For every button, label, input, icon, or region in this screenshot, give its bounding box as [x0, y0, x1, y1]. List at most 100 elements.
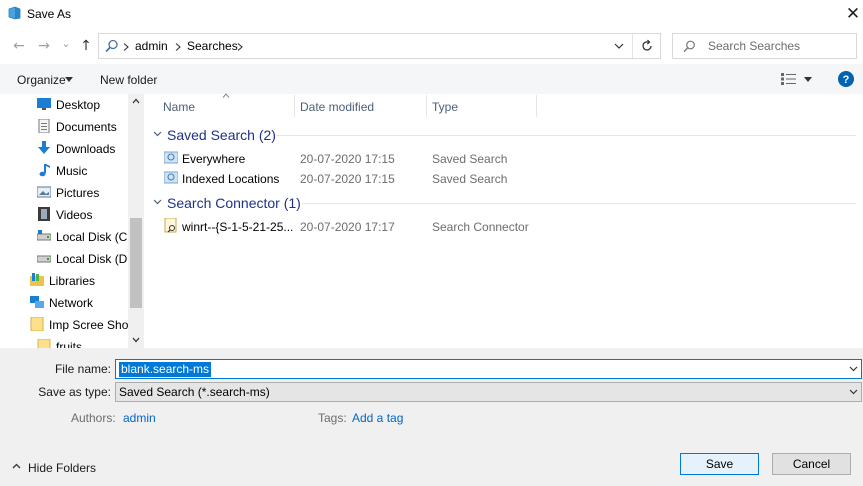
address-divider	[632, 34, 633, 58]
sidebar-item-label: Local Disk (D:)	[56, 252, 135, 266]
sidebar-item-videos[interactable]: Videos	[0, 204, 128, 226]
column-header-name[interactable]: Name	[163, 100, 195, 114]
sidebar-item-label: Local Disk (C:)	[56, 230, 135, 244]
file-date: 20-07-2020 17:17	[300, 220, 395, 234]
drive-icon	[37, 255, 51, 263]
search-placeholder: Search Searches	[708, 39, 801, 53]
chevron-down-icon[interactable]	[153, 131, 162, 137]
recent-locations-button[interactable]: ⌄	[60, 35, 72, 53]
group-divider	[302, 203, 856, 204]
address-dropdown-icon[interactable]	[614, 43, 624, 50]
column-header-type[interactable]: Type	[432, 100, 458, 114]
authors-label: Authors:	[71, 411, 116, 425]
cancel-button[interactable]: Cancel	[772, 453, 851, 475]
sidebar-item-label: Pictures	[56, 186, 100, 200]
view-options-icon[interactable]	[781, 73, 797, 85]
hide-folders-button[interactable]: Hide Folders	[28, 461, 96, 475]
sort-ascending-icon	[222, 93, 230, 98]
folder-icon	[30, 317, 44, 331]
pictures-icon	[37, 186, 51, 198]
save-as-type-select[interactable]: Saved Search (*.search-ms)	[115, 382, 862, 402]
file-name-field[interactable]: blank.search-ms	[115, 359, 862, 379]
sidebar-item-imp-scree-shots[interactable]: Imp Scree Shots	[0, 314, 138, 336]
saved-search-icon	[164, 171, 178, 184]
sidebar-item-libraries[interactable]: Libraries	[0, 270, 128, 292]
organize-button[interactable]: Organize	[17, 73, 66, 87]
file-name-label: File name:	[54, 362, 111, 376]
chevron-right-icon	[123, 43, 129, 51]
drive-icon	[37, 230, 51, 241]
new-folder-button[interactable]: New folder	[100, 73, 157, 87]
view-dropdown-icon[interactable]	[804, 77, 812, 82]
group-divider	[276, 135, 856, 136]
file-date: 20-07-2020 17:15	[300, 152, 395, 166]
group-header-search-connector[interactable]: Search Connector (1)	[167, 195, 301, 211]
column-header-date-modified[interactable]: Date modified	[300, 100, 374, 114]
sidebar-item-local-disk-c[interactable]: Local Disk (C:)	[0, 226, 135, 248]
sidebar-item-label: Documents	[56, 120, 117, 134]
file-name: Indexed Locations	[182, 172, 280, 186]
save-button[interactable]: Save	[680, 453, 759, 475]
sidebar-item-desktop[interactable]: Desktop	[0, 94, 128, 116]
file-type: Saved Search	[432, 172, 508, 186]
list-item[interactable]: Everywhere 20-07-2020 17:15 Saved Search	[162, 149, 542, 169]
navigation-pane[interactable]: Desktop Documents Downloads Music Pictur…	[0, 94, 144, 348]
scroll-down-arrow-icon[interactable]	[132, 337, 140, 343]
tags-label: Tags:	[318, 411, 347, 425]
sidebar-item-local-disk-d[interactable]: Local Disk (D:)	[0, 248, 135, 270]
search-box[interactable]: Search Searches	[672, 33, 857, 59]
sidebar-item-label: Videos	[56, 208, 93, 222]
scroll-up-arrow-icon[interactable]	[132, 98, 140, 104]
search-location-icon	[105, 39, 118, 53]
organize-dropdown-icon[interactable]	[65, 77, 73, 82]
search-connector-icon	[164, 218, 177, 233]
sidebar-item-label: Network	[49, 296, 94, 310]
sidebar-item-downloads[interactable]: Downloads	[0, 138, 128, 160]
file-name-dropdown-icon[interactable]	[849, 366, 858, 372]
sidebar-item-music[interactable]: Music	[0, 160, 128, 182]
svg-text:?: ?	[843, 74, 850, 86]
sidebar-item-label: Desktop	[56, 98, 101, 112]
breadcrumb-admin[interactable]: admin	[135, 39, 168, 53]
forward-button[interactable]: →	[35, 37, 53, 55]
close-button[interactable]: ✕	[840, 2, 863, 26]
file-name-value[interactable]: blank.search-ms	[119, 362, 212, 377]
file-name: winrt--{S-1-5-21-25...	[182, 220, 294, 234]
sidebar-item-label: fruits	[56, 340, 83, 348]
add-tag-link[interactable]: Add a tag	[352, 411, 403, 425]
sidebar-item-pictures[interactable]: Pictures	[0, 182, 128, 204]
list-item[interactable]: winrt--{S-1-5-21-25... 20-07-2020 17:17 …	[162, 217, 542, 237]
network-icon	[30, 296, 44, 308]
breadcrumb-searches[interactable]: Searches	[187, 39, 238, 53]
list-item[interactable]: Indexed Locations 20-07-2020 17:15 Saved…	[162, 169, 542, 189]
file-type: Saved Search	[432, 152, 508, 166]
search-icon	[683, 40, 695, 53]
save-as-type-dropdown-icon[interactable]	[849, 389, 858, 395]
chevron-right-icon[interactable]	[237, 43, 243, 51]
column-divider[interactable]	[426, 95, 427, 117]
sidebar-item-network[interactable]: Network	[0, 292, 128, 314]
folder-icon	[37, 339, 51, 348]
desktop-icon	[37, 98, 51, 110]
chevron-right-icon[interactable]	[175, 43, 181, 51]
sidebar-item-documents[interactable]: Documents	[0, 116, 128, 138]
sidebar-item-label: Imp Scree Shots	[49, 318, 138, 332]
authors-value[interactable]: admin	[123, 411, 156, 425]
sidebar-item-fruits[interactable]: fruits	[0, 336, 128, 348]
column-divider[interactable]	[294, 95, 295, 117]
help-icon[interactable]: ?	[838, 71, 854, 87]
sidebar-item-label: Downloads	[56, 142, 116, 156]
downloads-icon	[38, 141, 50, 154]
address-bar[interactable]: admin Searches	[98, 33, 661, 59]
sidebar-item-label: Music	[56, 164, 88, 178]
chevron-down-icon[interactable]	[153, 199, 162, 205]
window-title: Save As	[27, 7, 72, 21]
chevron-up-icon[interactable]	[12, 463, 21, 469]
music-icon	[39, 164, 50, 177]
sidebar-scroll-thumb[interactable]	[130, 218, 142, 308]
group-header-saved-search[interactable]: Saved Search (2)	[167, 127, 276, 143]
refresh-icon[interactable]	[640, 39, 654, 53]
column-divider[interactable]	[536, 95, 537, 117]
up-button[interactable]: ↑	[77, 37, 95, 55]
back-button[interactable]: ←	[10, 37, 28, 55]
